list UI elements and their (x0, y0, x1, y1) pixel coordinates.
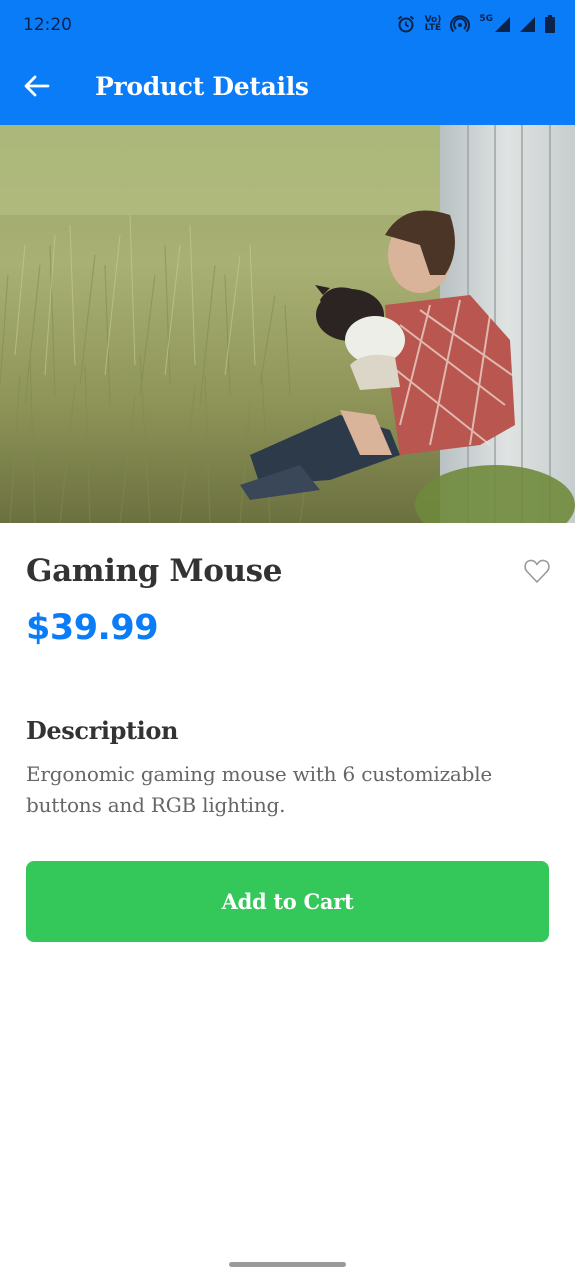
alarm-icon (396, 14, 416, 34)
product-name: Gaming Mouse (26, 553, 283, 589)
product-image (0, 125, 575, 523)
description-heading: Description (26, 716, 179, 745)
signal-5g-icon: 5G (479, 15, 510, 33)
add-to-cart-button[interactable]: Add to Cart (26, 861, 549, 942)
back-button[interactable] (14, 68, 60, 108)
favorite-button[interactable] (522, 556, 552, 586)
network-label: 5G (479, 14, 493, 24)
home-indicator[interactable] (229, 1262, 346, 1267)
status-icons: Vo) LTE 5G (396, 14, 555, 34)
product-price: $39.99 (26, 608, 159, 648)
status-bar: 12:20 Vo) LTE 5G (0, 0, 575, 50)
battery-icon (545, 15, 555, 33)
heart-outline-icon (522, 559, 552, 590)
status-time: 12:20 (23, 15, 72, 35)
volte-icon: Vo) LTE (424, 15, 442, 33)
description-text: Ergonomic gaming mouse with 6 customizab… (26, 762, 493, 817)
signal-icon (519, 15, 536, 33)
hotspot-icon (450, 14, 471, 34)
arrow-left-icon (24, 75, 50, 101)
app-bar: Product Details (0, 50, 575, 125)
page-title: Product Details (95, 72, 309, 101)
